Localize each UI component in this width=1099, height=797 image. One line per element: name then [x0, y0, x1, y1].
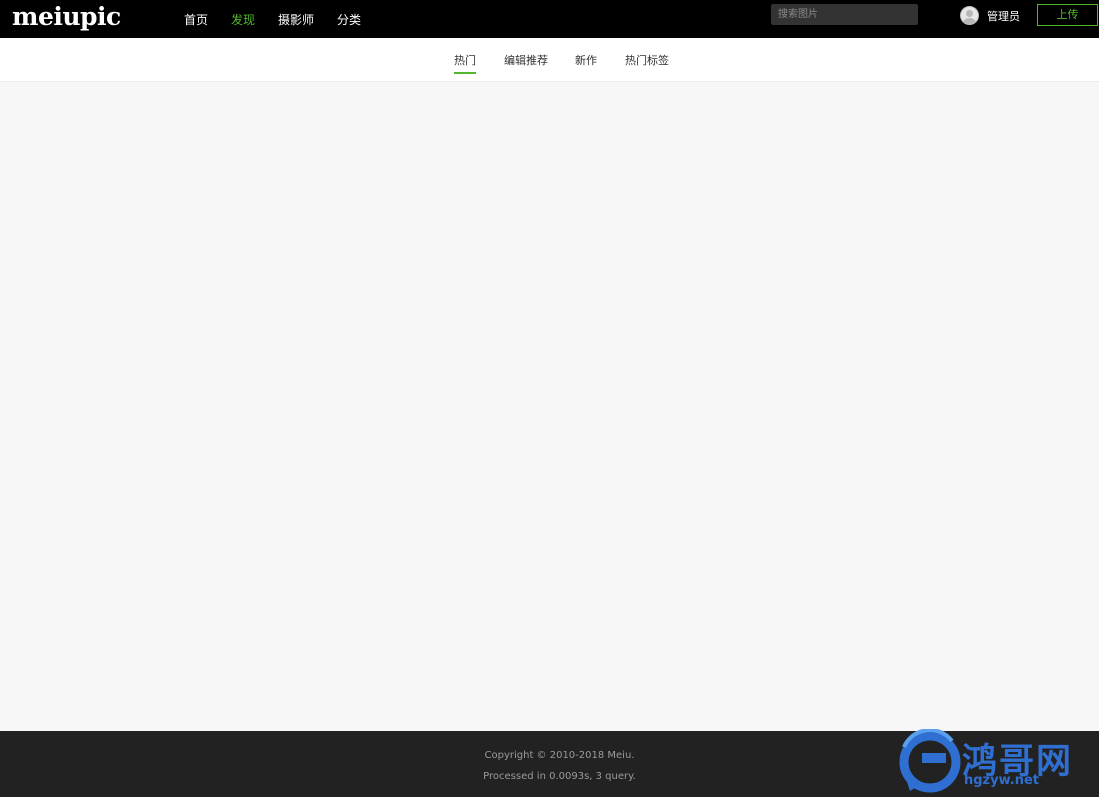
tab-new[interactable]: 新作 [575, 52, 597, 68]
site-logo[interactable]: meiupic [12, 2, 121, 32]
content-area [0, 82, 1099, 731]
avatar[interactable] [960, 6, 979, 25]
search-input[interactable] [771, 4, 918, 25]
watermark-logo-icon [899, 728, 961, 793]
main-nav: 首页 发现 摄影师 分类 [184, 0, 384, 38]
tab-editor-picks[interactable]: 编辑推荐 [504, 52, 548, 68]
tab-hot[interactable]: 热门 [454, 52, 476, 74]
tab-hot-tags[interactable]: 热门标签 [625, 52, 669, 68]
nav-item-discover[interactable]: 发现 [231, 11, 255, 28]
top-header: meiupic 首页 发现 摄影师 分类 管理员 上传 [0, 0, 1099, 38]
nav-item-categories[interactable]: 分类 [337, 11, 361, 28]
nav-item-photographers[interactable]: 摄影师 [278, 11, 314, 28]
watermark-url: hgzyw.net [964, 773, 1040, 788]
user-menu[interactable]: 管理员 [960, 6, 1020, 25]
watermark: 鸿哥网 hgzyw.net [896, 728, 1096, 795]
sub-nav: 热门 编辑推荐 新作 热门标签 [0, 38, 1099, 82]
upload-button[interactable]: 上传 [1037, 4, 1098, 26]
nav-item-home[interactable]: 首页 [184, 11, 208, 28]
user-name[interactable]: 管理员 [987, 8, 1020, 24]
